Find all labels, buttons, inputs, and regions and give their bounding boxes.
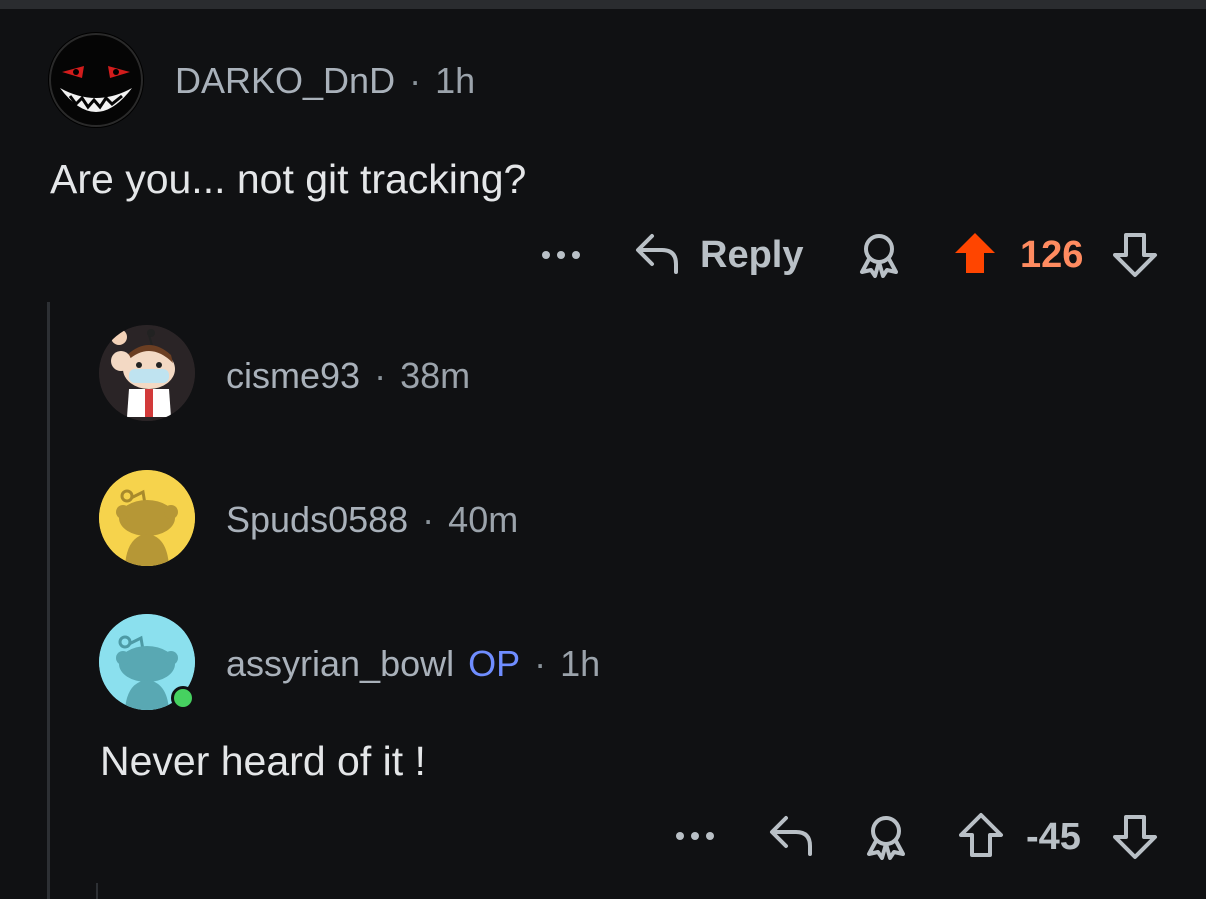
comment-body: Never heard of it ! (100, 738, 426, 784)
thread-line-nested[interactable] (96, 883, 98, 899)
reply-button[interactable]: Reply (700, 234, 803, 277)
comment-meta: cisme93 · 38m (226, 355, 470, 397)
separator-dot: · (374, 355, 387, 396)
username[interactable]: Spuds0588 (226, 499, 408, 540)
upvote-icon[interactable] (952, 230, 998, 276)
downvote-icon[interactable] (1112, 814, 1158, 860)
vote-score: -45 (1026, 816, 1081, 858)
timestamp: 38m (400, 355, 471, 396)
more-icon[interactable] (675, 825, 715, 847)
award-icon[interactable] (856, 232, 902, 278)
award-icon[interactable] (863, 814, 909, 860)
op-badge: OP (468, 643, 521, 684)
username[interactable]: cisme93 (226, 355, 360, 396)
snoo-avatar-icon (99, 325, 195, 421)
comment-body: Are you... not git tracking? (50, 156, 527, 202)
avatar[interactable] (48, 32, 144, 128)
snoo-avatar-icon (99, 470, 195, 566)
separator-dot: · (422, 499, 435, 540)
reply-icon[interactable] (768, 814, 814, 858)
downvote-icon[interactable] (1112, 232, 1158, 278)
comment-meta: DARKO_DnD · 1h (175, 60, 475, 102)
thread-line[interactable] (47, 302, 50, 899)
more-icon[interactable] (541, 244, 581, 266)
reply-icon[interactable] (634, 232, 680, 276)
separator-dot: · (409, 60, 422, 101)
comment-meta: assyrian_bowl OP · 1h (226, 643, 600, 685)
top-bar (0, 0, 1206, 9)
separator-dot: · (534, 643, 547, 684)
avatar[interactable] (99, 325, 195, 421)
timestamp: 1h (560, 643, 601, 684)
timestamp: 40m (448, 499, 519, 540)
demon-avatar-icon (49, 33, 143, 127)
timestamp: 1h (435, 60, 476, 101)
comment-meta: Spuds0588 · 40m (226, 499, 518, 541)
vote-score: 126 (1020, 234, 1084, 276)
avatar[interactable] (99, 470, 195, 566)
username[interactable]: DARKO_DnD (175, 60, 395, 101)
username[interactable]: assyrian_bowl (226, 643, 454, 684)
upvote-icon[interactable] (958, 812, 1004, 858)
online-status-indicator (171, 686, 195, 710)
